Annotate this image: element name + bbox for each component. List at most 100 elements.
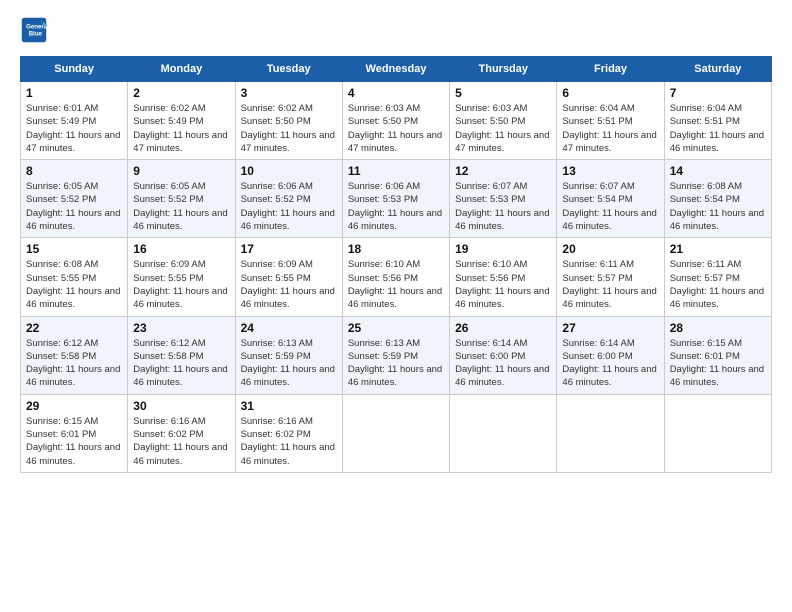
day-info: Sunrise: 6:04 AMSunset: 5:51 PMDaylight:… <box>670 102 766 155</box>
day-number: 31 <box>241 399 337 413</box>
table-row: 21Sunrise: 6:11 AMSunset: 5:57 PMDayligh… <box>664 238 771 316</box>
day-info: Sunrise: 6:03 AMSunset: 5:50 PMDaylight:… <box>348 102 444 155</box>
day-number: 13 <box>562 164 658 178</box>
day-info: Sunrise: 6:10 AMSunset: 5:56 PMDaylight:… <box>348 258 444 311</box>
day-number: 26 <box>455 321 551 335</box>
table-row: 13 Sunrise: 6:07 AMSunset: 5:54 PMDayligh… <box>557 160 664 238</box>
day-info: Sunrise: 6:15 AMSunset: 6:01 PMDaylight:… <box>26 415 122 468</box>
day-info: Sunrise: 6:12 AMSunset: 5:58 PMDaylight:… <box>133 337 229 390</box>
day-info: Sunrise: 6:08 AMSunset: 5:55 PMDaylight:… <box>26 258 122 311</box>
table-row: 17 Sunrise: 6:09 AMSunset: 5:55 PMDayligh… <box>235 238 342 316</box>
day-info: Sunrise: 6:09 AMSunset: 5:55 PMDaylight:… <box>241 258 337 311</box>
day-number: 1 <box>26 86 122 100</box>
calendar-header-friday: Friday <box>557 57 664 82</box>
day-number: 6 <box>562 86 658 100</box>
day-info: Sunrise: 6:16 AMSunset: 6:02 PMDaylight:… <box>241 415 337 468</box>
day-number: 30 <box>133 399 229 413</box>
logo-icon: General Blue <box>20 16 48 44</box>
day-info: Sunrise: 6:07 AMSunset: 5:53 PMDaylight:… <box>455 180 551 233</box>
calendar-header-thursday: Thursday <box>450 57 557 82</box>
day-number: 4 <box>348 86 444 100</box>
day-info: Sunrise: 6:03 AMSunset: 5:50 PMDaylight:… <box>455 102 551 155</box>
table-row <box>342 394 449 472</box>
day-info: Sunrise: 6:01 AMSunset: 5:49 PMDaylight:… <box>26 102 122 155</box>
day-number: 20 <box>562 242 658 256</box>
table-row <box>664 394 771 472</box>
day-number: 19 <box>455 242 551 256</box>
calendar-header-saturday: Saturday <box>664 57 771 82</box>
table-row: 4 Sunrise: 6:03 AMSunset: 5:50 PMDaylight… <box>342 82 449 160</box>
table-row: 18 Sunrise: 6:10 AMSunset: 5:56 PMDayligh… <box>342 238 449 316</box>
table-row: 12 Sunrise: 6:07 AMSunset: 5:53 PMDayligh… <box>450 160 557 238</box>
day-number: 22 <box>26 321 122 335</box>
day-number: 14 <box>670 164 766 178</box>
table-row: 27 Sunrise: 6:14 AMSunset: 6:00 PMDayligh… <box>557 316 664 394</box>
svg-text:Blue: Blue <box>29 30 43 37</box>
day-info: Sunrise: 6:12 AMSunset: 5:58 PMDaylight:… <box>26 337 122 390</box>
day-info: Sunrise: 6:04 AMSunset: 5:51 PMDaylight:… <box>562 102 658 155</box>
day-info: Sunrise: 6:02 AMSunset: 5:49 PMDaylight:… <box>133 102 229 155</box>
table-row: 2 Sunrise: 6:02 AMSunset: 5:49 PMDaylight… <box>128 82 235 160</box>
day-info: Sunrise: 6:08 AMSunset: 5:54 PMDaylight:… <box>670 180 766 233</box>
calendar-header-sunday: Sunday <box>21 57 128 82</box>
table-row: 25 Sunrise: 6:13 AMSunset: 5:59 PMDayligh… <box>342 316 449 394</box>
day-number: 2 <box>133 86 229 100</box>
table-row: 30Sunrise: 6:16 AMSunset: 6:02 PMDayligh… <box>128 394 235 472</box>
day-number: 12 <box>455 164 551 178</box>
day-info: Sunrise: 6:06 AMSunset: 5:53 PMDaylight:… <box>348 180 444 233</box>
day-info: Sunrise: 6:05 AMSunset: 5:52 PMDaylight:… <box>133 180 229 233</box>
table-row: 29 Sunrise: 6:15 AMSunset: 6:01 PMDayligh… <box>21 394 128 472</box>
day-info: Sunrise: 6:11 AMSunset: 5:57 PMDaylight:… <box>670 258 766 311</box>
table-row: 28 Sunrise: 6:15 AMSunset: 6:01 PMDayligh… <box>664 316 771 394</box>
table-row: 3 Sunrise: 6:02 AMSunset: 5:50 PMDaylight… <box>235 82 342 160</box>
table-row: 22 Sunrise: 6:12 AMSunset: 5:58 PMDayligh… <box>21 316 128 394</box>
day-number: 3 <box>241 86 337 100</box>
day-info: Sunrise: 6:14 AMSunset: 6:00 PMDaylight:… <box>455 337 551 390</box>
table-row: 1 Sunrise: 6:01 AMSunset: 5:49 PMDaylight… <box>21 82 128 160</box>
day-number: 11 <box>348 164 444 178</box>
day-info: Sunrise: 6:05 AMSunset: 5:52 PMDaylight:… <box>26 180 122 233</box>
table-row: 26 Sunrise: 6:14 AMSunset: 6:00 PMDayligh… <box>450 316 557 394</box>
day-number: 15 <box>26 242 122 256</box>
day-number: 18 <box>348 242 444 256</box>
table-row: 11 Sunrise: 6:06 AMSunset: 5:53 PMDayligh… <box>342 160 449 238</box>
table-row: 20 Sunrise: 6:11 AMSunset: 5:57 PMDayligh… <box>557 238 664 316</box>
table-row: 7 Sunrise: 6:04 AMSunset: 5:51 PMDaylight… <box>664 82 771 160</box>
day-number: 17 <box>241 242 337 256</box>
day-info: Sunrise: 6:10 AMSunset: 5:56 PMDaylight:… <box>455 258 551 311</box>
table-row: 15 Sunrise: 6:08 AMSunset: 5:55 PMDayligh… <box>21 238 128 316</box>
day-number: 9 <box>133 164 229 178</box>
table-row: 14 Sunrise: 6:08 AMSunset: 5:54 PMDayligh… <box>664 160 771 238</box>
table-row: 6 Sunrise: 6:04 AMSunset: 5:51 PMDaylight… <box>557 82 664 160</box>
logo: General Blue <box>20 16 52 44</box>
day-info: Sunrise: 6:06 AMSunset: 5:52 PMDaylight:… <box>241 180 337 233</box>
day-info: Sunrise: 6:07 AMSunset: 5:54 PMDaylight:… <box>562 180 658 233</box>
table-row <box>557 394 664 472</box>
table-row: 10 Sunrise: 6:06 AMSunset: 5:52 PMDayligh… <box>235 160 342 238</box>
table-row: 19 Sunrise: 6:10 AMSunset: 5:56 PMDayligh… <box>450 238 557 316</box>
day-number: 24 <box>241 321 337 335</box>
day-number: 29 <box>26 399 122 413</box>
day-info: Sunrise: 6:13 AMSunset: 5:59 PMDaylight:… <box>241 337 337 390</box>
day-number: 16 <box>133 242 229 256</box>
day-info: Sunrise: 6:14 AMSunset: 6:00 PMDaylight:… <box>562 337 658 390</box>
day-info: Sunrise: 6:02 AMSunset: 5:50 PMDaylight:… <box>241 102 337 155</box>
day-number: 5 <box>455 86 551 100</box>
table-row: 31 Sunrise: 6:16 AMSunset: 6:02 PMDayligh… <box>235 394 342 472</box>
calendar-header-wednesday: Wednesday <box>342 57 449 82</box>
day-number: 7 <box>670 86 766 100</box>
day-number: 27 <box>562 321 658 335</box>
calendar-header-tuesday: Tuesday <box>235 57 342 82</box>
table-row <box>450 394 557 472</box>
table-row: 5 Sunrise: 6:03 AMSunset: 5:50 PMDaylight… <box>450 82 557 160</box>
day-info: Sunrise: 6:15 AMSunset: 6:01 PMDaylight:… <box>670 337 766 390</box>
table-row: 16Sunrise: 6:09 AMSunset: 5:55 PMDayligh… <box>128 238 235 316</box>
day-info: Sunrise: 6:11 AMSunset: 5:57 PMDaylight:… <box>562 258 658 311</box>
day-number: 8 <box>26 164 122 178</box>
day-number: 28 <box>670 321 766 335</box>
day-number: 25 <box>348 321 444 335</box>
day-number: 23 <box>133 321 229 335</box>
day-info: Sunrise: 6:13 AMSunset: 5:59 PMDaylight:… <box>348 337 444 390</box>
day-number: 10 <box>241 164 337 178</box>
table-row: 24 Sunrise: 6:13 AMSunset: 5:59 PMDayligh… <box>235 316 342 394</box>
